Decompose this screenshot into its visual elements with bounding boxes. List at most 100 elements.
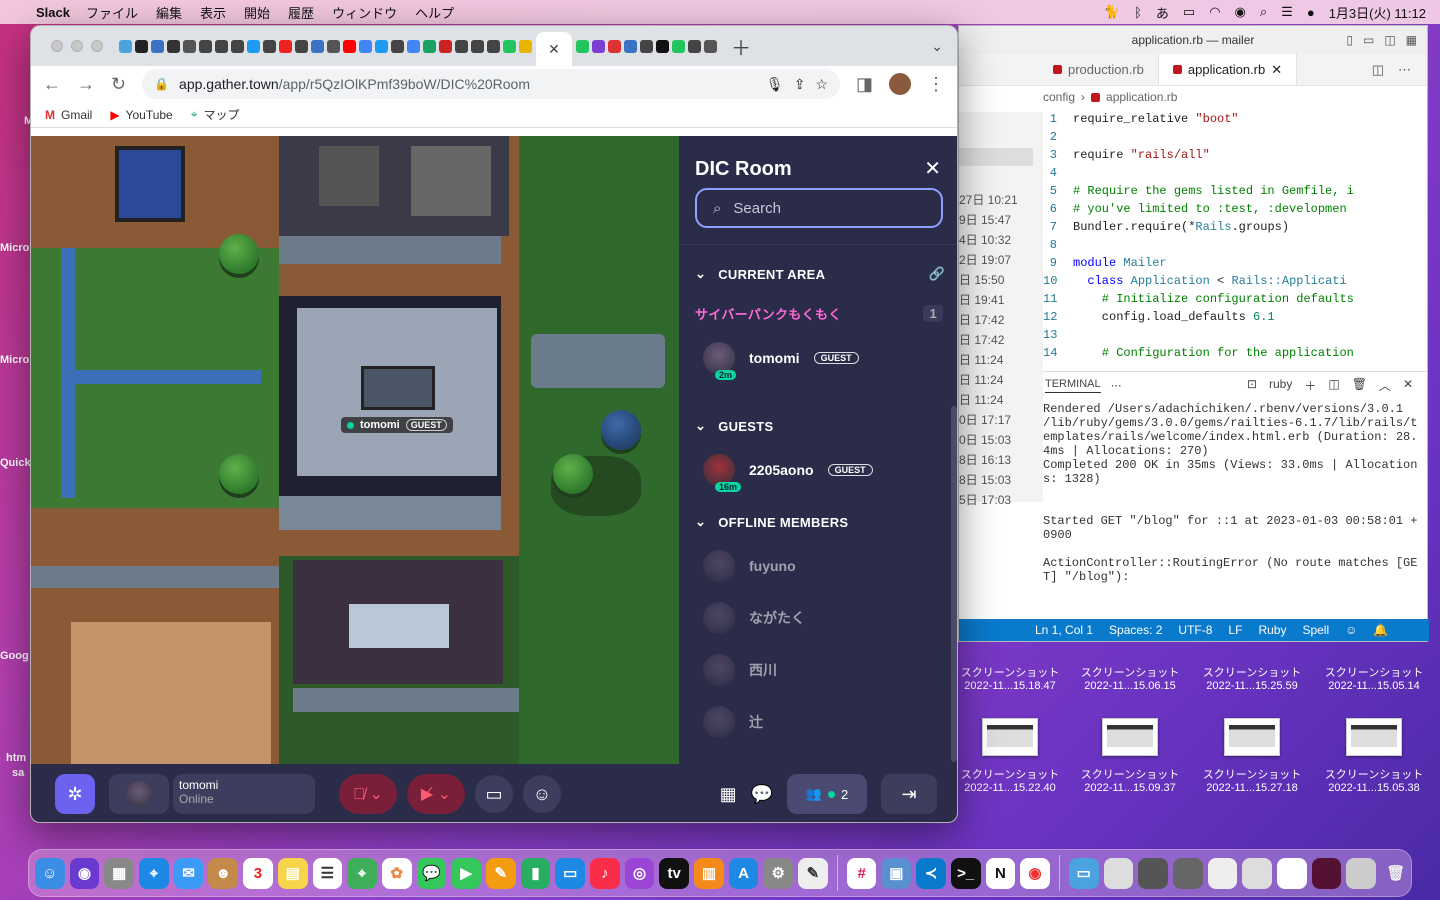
member-2205aono[interactable]: 16m 2205aono GUEST [703, 454, 873, 492]
emote-button[interactable]: ☺ [523, 775, 561, 813]
tab-favicon[interactable] [576, 39, 589, 53]
maximize-icon[interactable]: ︿ [1379, 377, 1391, 394]
tab-favicon[interactable] [183, 39, 196, 53]
search-input[interactable]: ⌕ Search [695, 188, 943, 228]
layout-panel-icon[interactable]: ▭ [1363, 33, 1374, 47]
menu-kebab-icon[interactable]: ⋮ [927, 74, 945, 95]
bookmark-star-icon[interactable]: ☆ [815, 76, 828, 93]
leave-button[interactable]: ⇥ [881, 774, 937, 814]
tab-favicon[interactable] [656, 39, 669, 53]
preview-icon[interactable]: ▣ [881, 857, 912, 889]
current-area-header[interactable]: ⌄ CURRENT AREA 🔗 [695, 266, 945, 282]
desktop-label[interactable]: Goog [0, 650, 32, 662]
status-eol[interactable]: LF [1228, 623, 1242, 637]
address-bar[interactable]: 🔒 app.gather.town/app/r5QzIOlKPmf39boW/D… [142, 69, 840, 99]
recent-item-icon[interactable] [1172, 857, 1203, 889]
close-icon[interactable]: ✕ [548, 41, 560, 58]
tab-favicon[interactable] [519, 39, 532, 53]
active-tab[interactable]: ✕ [536, 32, 572, 66]
tab-favicon[interactable] [199, 39, 212, 53]
photos-icon[interactable]: ✿ [381, 857, 412, 889]
camera-off-button[interactable]: ▶̸ ⌄ [407, 774, 465, 814]
chrome-icon[interactable]: ◉ [1020, 857, 1050, 889]
bell-icon[interactable]: 🔔 [1373, 623, 1388, 637]
terminal-icon[interactable]: ⊡ [1247, 377, 1257, 394]
gather-logo-button[interactable]: ✲ [55, 774, 95, 814]
close-window-button[interactable] [51, 40, 63, 52]
tab-favicon[interactable] [119, 39, 132, 53]
tab-favicon[interactable] [672, 39, 685, 53]
messages-icon[interactable]: 💬 [416, 857, 447, 889]
tab-favicon[interactable] [343, 39, 356, 53]
notes-icon[interactable]: ▤ [277, 857, 308, 889]
recent-item-icon[interactable] [1311, 857, 1342, 889]
participants-button[interactable]: 👥 2 [787, 774, 867, 814]
trash-icon[interactable]: 🗑 [1352, 377, 1367, 394]
tab-application-rb[interactable]: application.rb ✕ [1158, 54, 1298, 85]
link-icon[interactable]: 🔗 [929, 266, 946, 282]
feedback-icon[interactable]: ☺ [1345, 623, 1357, 637]
tv-icon[interactable]: tv [659, 857, 690, 889]
downloads-folder-icon[interactable]: ▭ [1068, 857, 1099, 889]
member-tomomi[interactable]: 2m tomomi GUEST [703, 342, 859, 380]
tab-favicon[interactable] [247, 39, 260, 53]
desktop-label[interactable]: Quick [0, 457, 32, 469]
recent-item-icon[interactable] [1276, 857, 1307, 889]
desktop-screenshot-file[interactable]: スクリーンショット 2022-11...15.27.18 [1192, 718, 1312, 794]
add-terminal-icon[interactable]: ＋ [1304, 377, 1316, 394]
desktop-label[interactable]: Micro [0, 242, 32, 254]
tab-favicon[interactable] [688, 39, 701, 53]
books-icon[interactable]: ▥ [694, 857, 724, 889]
desktop-screenshot-file[interactable]: スクリーンショット 2022-11...15.18.47 [950, 664, 1070, 692]
recent-item-icon[interactable] [1346, 857, 1377, 889]
podcasts-icon[interactable]: ◎ [624, 857, 655, 889]
contacts-icon[interactable]: ☻ [208, 857, 239, 889]
more-icon[interactable]: ⋯ [1398, 62, 1411, 78]
menu-history[interactable]: 履歴 [288, 3, 314, 22]
recent-item-icon[interactable] [1103, 857, 1134, 889]
wifi-icon[interactable]: ◠ [1209, 4, 1220, 20]
reminders-icon[interactable]: ☰ [312, 857, 343, 889]
share-icon[interactable]: ⇪ [794, 76, 806, 93]
bookmark-gmail[interactable]: M Gmail [45, 108, 92, 122]
tab-favicon[interactable] [471, 39, 484, 53]
settings-icon[interactable]: ⚙ [763, 857, 794, 889]
menubar-clock[interactable]: 1月3日(火) 11:12 [1329, 3, 1426, 22]
tab-favicon[interactable] [231, 39, 244, 53]
new-tab-button[interactable]: ＋ [731, 32, 751, 61]
battery-icon[interactable]: ▭ [1183, 4, 1195, 20]
tab-favicon[interactable] [592, 39, 605, 53]
area-name[interactable]: サイバーパンクもくもく 1 [695, 304, 943, 323]
tab-favicon[interactable] [455, 39, 468, 53]
lock-icon[interactable]: 🔒 [154, 77, 169, 91]
tab-favicon[interactable] [487, 39, 500, 53]
close-icon[interactable]: ✕ [1403, 377, 1413, 394]
tab-favicon[interactable] [135, 39, 148, 53]
minimize-window-button[interactable] [71, 40, 83, 52]
offline-member[interactable]: ながたく [703, 602, 805, 634]
user-status-card[interactable]: tomomi Online [173, 774, 315, 814]
offline-member[interactable]: 西川 [703, 654, 777, 686]
menu-file[interactable]: ファイル [86, 3, 138, 22]
terminal-icon[interactable]: >_ [950, 857, 981, 889]
menu-go[interactable]: 開始 [244, 3, 270, 22]
chat-icon[interactable]: 💬 [751, 784, 773, 805]
tab-favicon[interactable] [608, 39, 621, 53]
launchpad-icon[interactable]: ▦ [104, 857, 135, 889]
menu-view[interactable]: 表示 [200, 3, 226, 22]
more-icon[interactable]: ⋯ [1111, 379, 1122, 392]
offline-member[interactable]: 辻 [703, 706, 763, 738]
menu-edit[interactable]: 編集 [156, 3, 182, 22]
finder-icon[interactable]: ☺ [35, 857, 65, 889]
maps-icon[interactable]: ⌖ [347, 857, 377, 889]
guests-header[interactable]: ⌄ GUESTS [695, 418, 773, 434]
control-center-icon[interactable]: ☰ [1281, 4, 1293, 20]
tab-favicon[interactable] [503, 39, 516, 53]
desktop-screenshot-file[interactable]: スクリーンショット 2022-11...15.05.38 [1314, 718, 1434, 794]
tab-favicon[interactable] [423, 39, 436, 53]
slack-icon[interactable]: # [846, 857, 877, 889]
desktop-screenshot-file[interactable]: スクリーンショット 2022-11...15.05.14 [1314, 664, 1434, 692]
cat-icon[interactable]: 🐈 [1104, 4, 1120, 20]
split-terminal-icon[interactable]: ◫ [1328, 377, 1339, 394]
tab-favicon[interactable] [375, 39, 388, 53]
